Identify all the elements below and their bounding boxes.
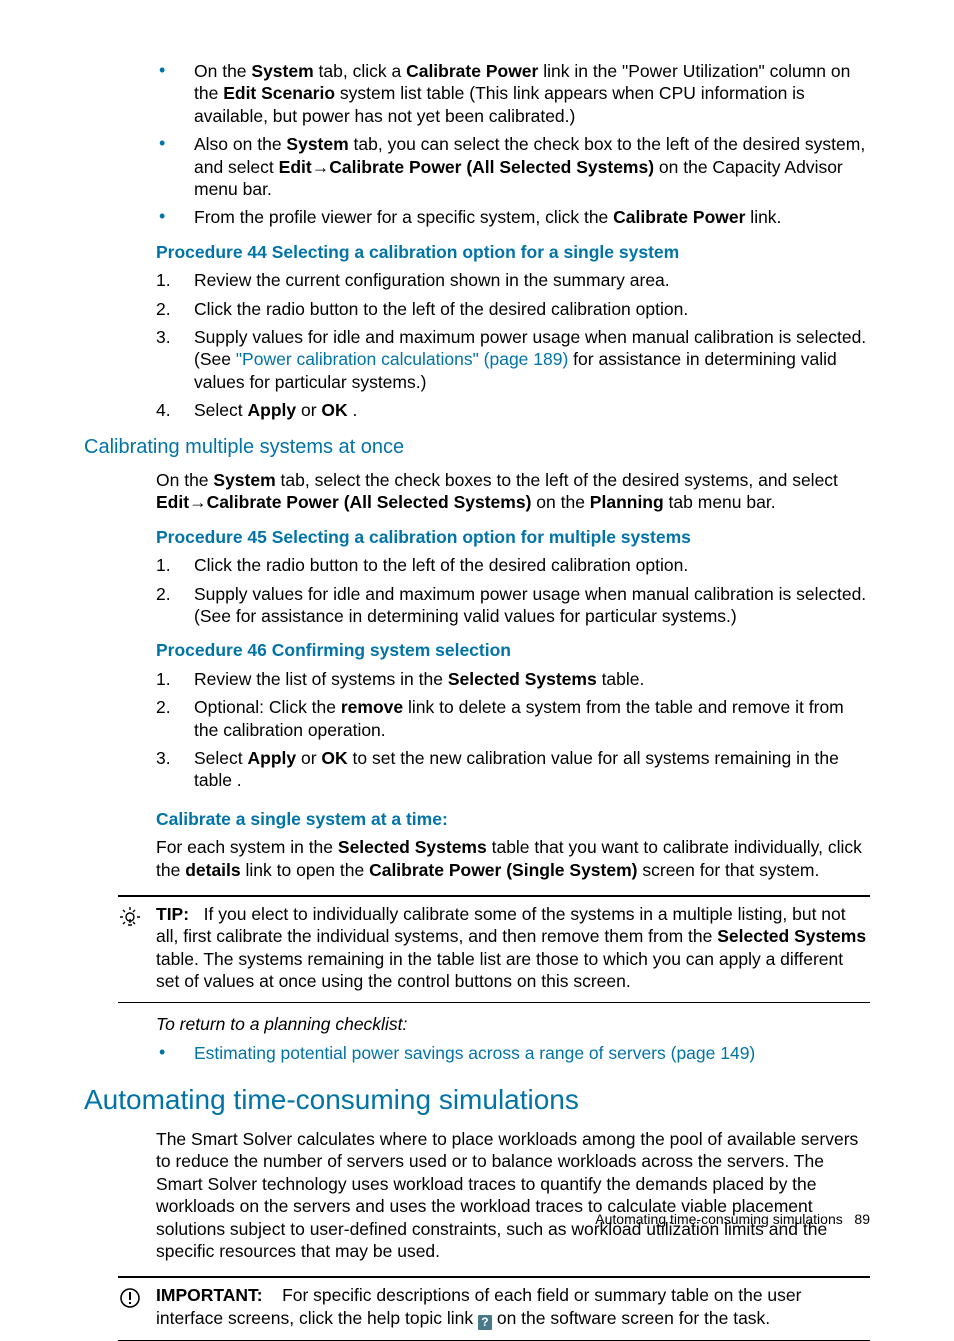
important-label: IMPORTANT: [156, 1285, 263, 1305]
text: Also on the [194, 134, 286, 154]
text: or [296, 400, 321, 420]
text: Optional: Click the [194, 697, 341, 717]
bold-text: Calibrate Power (Single System) [369, 860, 637, 880]
bold-text: Calibrate Power [613, 207, 745, 227]
bold-text: Apply [248, 748, 297, 768]
bold-text: remove [341, 697, 403, 717]
cross-reference-link[interactable]: "Power calibration calculations" (page 1… [236, 349, 568, 369]
footer-text: Automating time-consuming simulations [595, 1211, 842, 1227]
paragraph: For each system in the Selected Systems … [156, 836, 870, 881]
procedure-45-steps: Click the radio button to the left of th… [156, 554, 870, 627]
text: tab, select the check boxes to the left … [276, 470, 838, 490]
list-item: Estimating potential power savings acros… [156, 1042, 870, 1064]
step: Review the list of systems in the Select… [156, 668, 870, 690]
text: tab, click a [314, 61, 406, 81]
step: Supply values for idle and maximum power… [156, 326, 870, 393]
divider [118, 895, 870, 897]
body-content: On the System tab, click a Calibrate Pow… [156, 60, 870, 1341]
bold-text: System [251, 61, 313, 81]
text: or [296, 748, 321, 768]
procedure-44-heading: Procedure 44 Selecting a calibration opt… [156, 241, 870, 263]
bold-text: Apply [248, 400, 297, 420]
list-item: Also on the System tab, you can select t… [156, 133, 870, 200]
procedure-44-steps: Review the current configuration shown i… [156, 269, 870, 421]
step: Select Apply or OK to set the new calibr… [156, 747, 870, 792]
page-number: 89 [854, 1211, 870, 1227]
divider [118, 1002, 870, 1003]
section-heading-automating: Automating time-consuming simulations [84, 1082, 870, 1118]
text: Select [194, 748, 248, 768]
bold-text: OK [321, 748, 347, 768]
bold-text: System [286, 134, 348, 154]
step: Click the radio button to the left of th… [156, 298, 870, 320]
tip-icon [118, 905, 142, 929]
text: On the [194, 61, 251, 81]
bold-text: Edit [279, 157, 312, 177]
important-icon [118, 1286, 142, 1310]
list-item: On the System tab, click a Calibrate Pow… [156, 60, 870, 127]
intro-bullet-list: On the System tab, click a Calibrate Pow… [156, 60, 870, 229]
divider [118, 1276, 870, 1278]
text: tab menu bar. [664, 492, 776, 512]
calibrate-single-heading: Calibrate a single system at a time: [156, 808, 870, 830]
step: Click the radio button to the left of th… [156, 554, 870, 576]
text: table. The systems remaining in the tabl… [156, 949, 843, 991]
bold-text: Edit Scenario [223, 83, 335, 103]
procedure-46-steps: Review the list of systems in the Select… [156, 668, 870, 792]
procedure-46-heading: Procedure 46 Confirming system selection [156, 639, 870, 661]
tip-callout: TIP: If you elect to individually calibr… [156, 903, 870, 993]
bold-text: Calibrate Power (All Selected Systems) [207, 492, 532, 512]
text: Select [194, 400, 248, 420]
paragraph: On the System tab, select the check boxe… [156, 469, 870, 514]
return-list: Estimating potential power savings acros… [156, 1042, 870, 1064]
bold-text: Calibrate Power [406, 61, 538, 81]
bold-text: System [213, 470, 275, 490]
text: . [348, 400, 358, 420]
text: Review the list of systems in the [194, 669, 448, 689]
help-icon: ? [478, 1315, 492, 1330]
list-item: From the profile viewer for a specific s… [156, 206, 870, 228]
tip-label: TIP: [156, 904, 189, 924]
important-callout: IMPORTANT: For specific descriptions of … [156, 1284, 870, 1329]
page-footer: Automating time-consuming simulations 89 [595, 1211, 870, 1229]
bold-text: details [185, 860, 240, 880]
text: on the [531, 492, 589, 512]
document-page: On the System tab, click a Calibrate Pow… [0, 0, 954, 1271]
bold-text: Selected Systems [717, 926, 866, 946]
bold-text: Planning [590, 492, 664, 512]
step: Optional: Click the remove link to delet… [156, 696, 870, 741]
bold-text: Selected Systems [448, 669, 597, 689]
step: Select Apply or OK . [156, 399, 870, 421]
bold-text: Selected Systems [338, 837, 487, 857]
text: table. [597, 669, 645, 689]
arrow: → [189, 492, 207, 512]
text: On the [156, 470, 213, 490]
return-label: To return to a planning checklist: [156, 1013, 870, 1035]
text: link to open the [241, 860, 369, 880]
text: on the software screen for the task. [492, 1308, 770, 1328]
bold-text: Calibrate Power (All Selected Systems) [329, 157, 654, 177]
procedure-45-heading: Procedure 45 Selecting a calibration opt… [156, 526, 870, 548]
paragraph: The Smart Solver calculates where to pla… [156, 1128, 870, 1262]
text: link. [745, 207, 781, 227]
arrow: → [312, 157, 330, 177]
step: Supply values for idle and maximum power… [156, 583, 870, 628]
bold-text: OK [321, 400, 347, 420]
text: From the profile viewer for a specific s… [194, 207, 613, 227]
bold-text: Edit [156, 492, 189, 512]
text: screen for that system. [638, 860, 820, 880]
step: Review the current configuration shown i… [156, 269, 870, 291]
text: For each system in the [156, 837, 338, 857]
cross-reference-link[interactable]: Estimating potential power savings acros… [194, 1043, 755, 1063]
section-heading-calibrating-multiple: Calibrating multiple systems at once [84, 435, 870, 461]
